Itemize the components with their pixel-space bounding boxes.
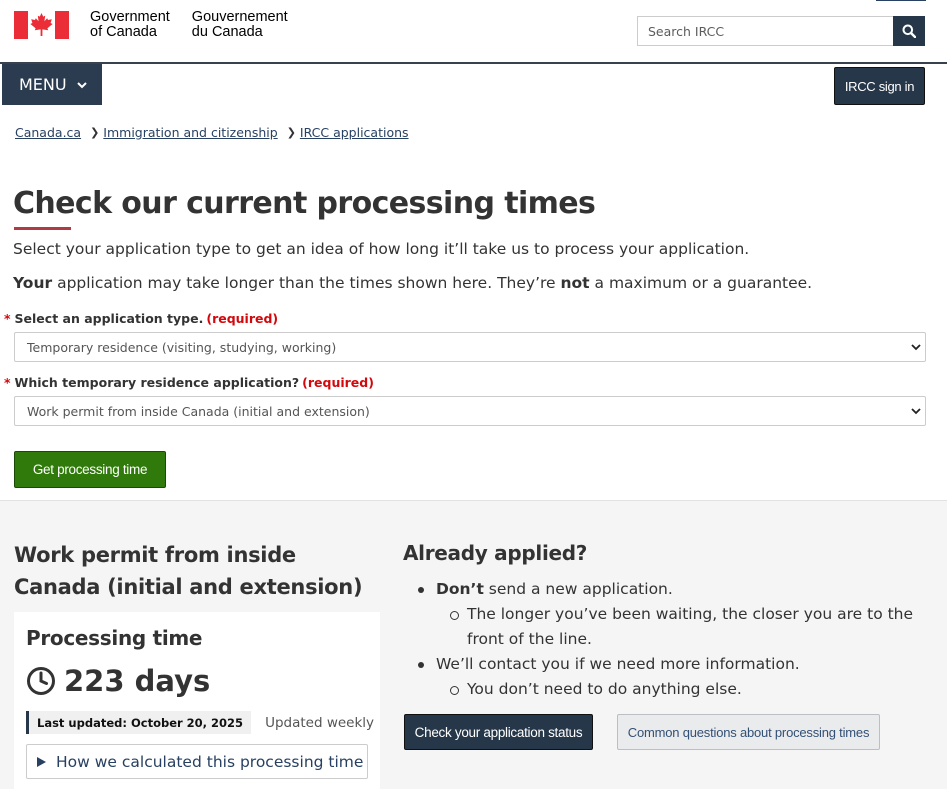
how-calculated-toggle[interactable]: How we calculated this processing time (26, 744, 368, 779)
temporary-residence-label: * Which temporary residence application?(… (4, 375, 374, 390)
intro-text: Select your application type to get an i… (13, 240, 750, 258)
chevron-down-icon (911, 344, 921, 351)
triangle-right-icon (37, 756, 46, 767)
check-status-button[interactable]: Check your application status (404, 714, 593, 750)
breadcrumb-canada[interactable]: Canada.ca (15, 125, 81, 140)
breadcrumb-ircc-applications[interactable]: IRCC applications (300, 125, 409, 140)
gov-fr-line2: du Canada (191, 24, 263, 40)
processing-time-card: Processing time 223 days Last updated: O… (14, 612, 380, 789)
canada-flag-icon (14, 11, 69, 39)
update-info: Last updated: October 20, 2025 Updated w… (26, 711, 374, 734)
title-underline (14, 227, 71, 230)
list-item: Don’t send a new application. (403, 577, 923, 602)
list-subitem: The longer you’ve been waiting, the clos… (403, 602, 923, 652)
menu-button[interactable]: MENU (2, 64, 102, 105)
already-applied-heading: Already applied? (403, 541, 588, 565)
chevron-down-icon (76, 81, 87, 88)
chevron-right-icon: ❯ (286, 126, 296, 139)
list-subitem: You don’t need to do anything else. (403, 677, 923, 702)
search-input[interactable] (637, 16, 893, 46)
gov-en-line1: Government (90, 9, 170, 25)
gov-fr-line1: Gouvernement (191, 9, 288, 25)
last-updated-badge: Last updated: October 20, 2025 (26, 711, 252, 734)
application-type-label: * Select an application type. (required) (4, 311, 279, 326)
page-title: Check our current processing times (13, 186, 596, 221)
temporary-residence-select[interactable]: Work permit from inside Canada (initial … (14, 396, 926, 426)
chevron-right-icon: ❯ (90, 126, 100, 139)
get-processing-time-button[interactable]: Get processing time (14, 451, 166, 488)
chevron-down-icon (911, 408, 921, 415)
already-applied-list: Don’t send a new application. The longer… (403, 577, 923, 702)
breadcrumb-immigration[interactable]: Immigration and citizenship (103, 125, 277, 140)
ircc-sign-in-button[interactable]: IRCC sign in (834, 67, 925, 105)
menu-label: MENU (19, 75, 67, 94)
site-search (637, 16, 925, 46)
clock-icon (27, 667, 55, 695)
header-divider (0, 62, 947, 64)
gov-canada-signature[interactable]: Government of Canada Gouvernement du Can… (14, 10, 288, 40)
update-frequency: Updated weekly (265, 714, 375, 731)
results-title: Work permit from inside Canada (initial … (14, 543, 363, 599)
results-section: Work permit from inside Canada (initial … (0, 500, 947, 789)
search-icon (902, 24, 916, 38)
application-type-select[interactable]: Temporary residence (visiting, studying,… (14, 332, 926, 362)
processing-time-heading: Processing time (26, 626, 203, 650)
common-questions-button[interactable]: Common questions about processing times (617, 714, 880, 750)
disclaimer-text: Your application may take longer than th… (13, 274, 813, 292)
breadcrumb: Canada.ca ❯ Immigration and citizenship … (15, 125, 409, 140)
search-button[interactable] (893, 16, 925, 46)
list-item: We’ll contact you if we need more inform… (403, 652, 923, 677)
processing-days: 223 days (26, 664, 210, 698)
gov-en-line2: of Canada (90, 24, 157, 40)
language-toggle-link[interactable] (876, 0, 926, 1)
